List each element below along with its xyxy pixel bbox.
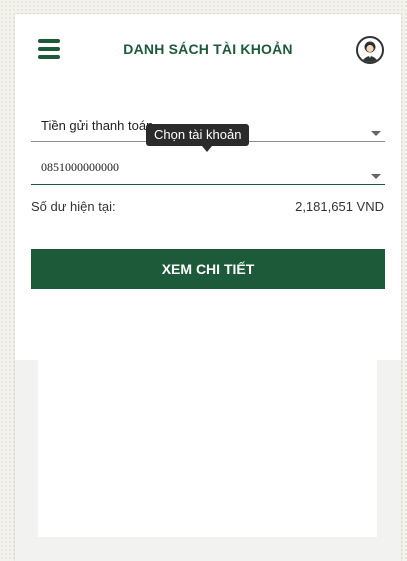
app-header: DANH SÁCH TÀI KHOẢN (15, 14, 401, 86)
dropdown-arrow-icon (371, 131, 381, 136)
dropdown-arrow-icon (371, 174, 381, 179)
view-detail-button[interactable]: XEM CHI TIẾT (31, 249, 385, 289)
menu-line (38, 39, 60, 43)
content-background (15, 360, 401, 561)
account-number-value: 0851000000000 (41, 160, 119, 174)
account-type-value: Tiền gửi thanh toán (41, 118, 154, 133)
account-panel: Tiền gửi thanh toán 0851000000000 Chọn t… (15, 86, 401, 360)
account-select-tooltip: Chọn tài khoản (146, 124, 250, 152)
empty-content-card (38, 360, 377, 537)
app-screen: DANH SÁCH TÀI KHOẢN Tiền gửi thanh toán … (15, 14, 401, 561)
menu-line (38, 47, 60, 51)
avatar-graphic (361, 41, 379, 62)
hamburger-menu-icon[interactable] (38, 39, 60, 59)
account-number-select[interactable]: 0851000000000 (31, 156, 385, 185)
page-title: DANH SÁCH TÀI KHOẢN (123, 41, 293, 57)
menu-line (38, 55, 60, 59)
user-avatar-icon[interactable] (356, 36, 384, 64)
balance-label: Số dư hiện tại: (31, 199, 116, 214)
balance-value: 2,181,651 VND (295, 199, 384, 214)
